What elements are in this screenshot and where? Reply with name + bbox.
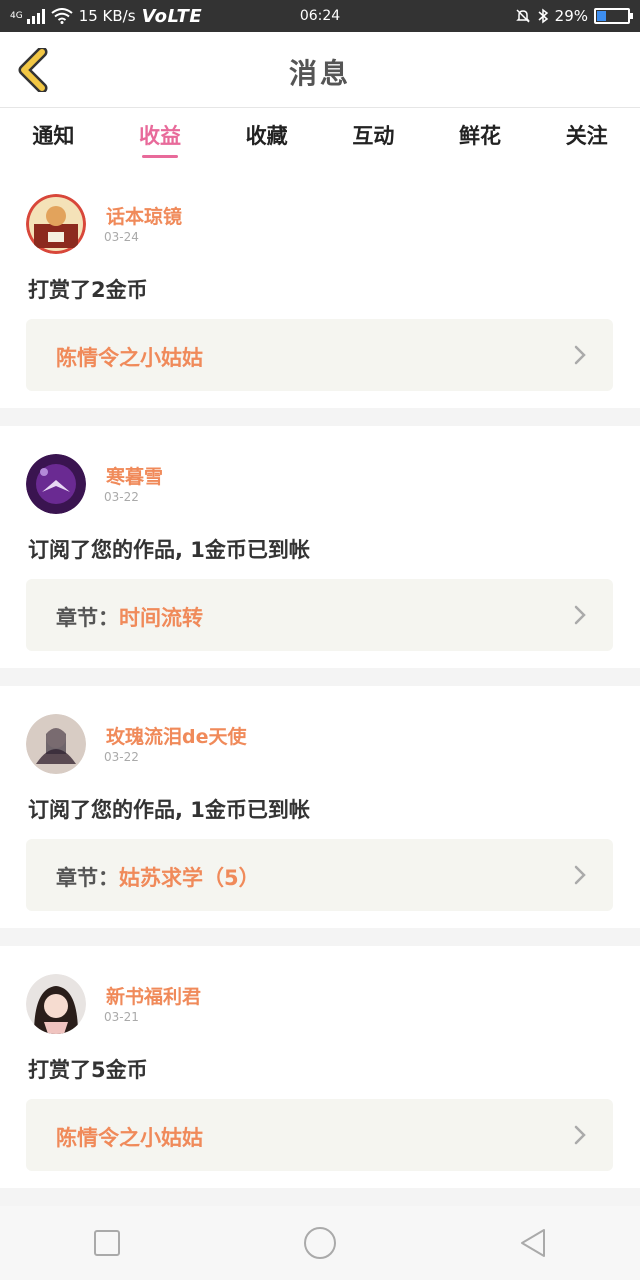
message-card: 玫瑰流泪de天使 03-22 订阅了您的作品, 1金币已到帐 章节：姑苏求学（5… [0, 686, 640, 928]
chevron-right-icon [574, 865, 586, 885]
work-link-text: 章节：姑苏求学（5） [56, 862, 260, 892]
work-link[interactable]: 章节：姑苏求学（5） [26, 839, 613, 911]
home-button[interactable] [290, 1213, 350, 1273]
work-link-text: 陈情令之小姑姑 [56, 1122, 203, 1152]
work-link[interactable]: 章节：时间流转 [26, 579, 613, 651]
tab-flowers[interactable]: 鲜花 [427, 108, 534, 166]
work-title: 陈情令之小姑姑 [56, 346, 203, 370]
battery-icon [594, 8, 633, 24]
tab-earnings[interactable]: 收益 [107, 108, 214, 166]
work-title: 姑苏求学（5） [119, 866, 260, 890]
message-date: 03-21 [104, 1010, 139, 1024]
chevron-right-icon [574, 345, 586, 365]
status-left: 4G 15 KB/s VoLTE [10, 6, 260, 27]
work-prefix: 章节： [56, 866, 119, 890]
avatar[interactable] [26, 194, 86, 254]
avatar-image [26, 974, 86, 1034]
page-title: 消息 [288, 57, 351, 90]
message-text: 打赏了2金币 [28, 278, 148, 302]
bluetooth-icon [538, 8, 548, 24]
network-type: 4G [10, 11, 23, 21]
message-date: 03-22 [104, 490, 139, 504]
message-feed: 话本琼镜 03-24 打赏了2金币 陈情令之小姑姑 寒暮雪 03-22 订阅了您… [0, 166, 640, 1206]
message-card: 新书福利君 03-21 打赏了5金币 陈情令之小姑姑 [0, 946, 640, 1188]
battery-percent: 29% [554, 7, 588, 25]
message-card: 话本琼镜 03-24 打赏了2金币 陈情令之小姑姑 [0, 166, 640, 408]
circle-icon [303, 1227, 336, 1259]
recent-apps-button[interactable] [77, 1213, 137, 1273]
tab-favorites[interactable]: 收藏 [213, 108, 320, 166]
work-link-text: 陈情令之小姑姑 [56, 342, 203, 372]
message-card: 寒暮雪 03-22 订阅了您的作品, 1金币已到帐 章节：时间流转 [0, 426, 640, 668]
status-bar: 4G 15 KB/s VoLTE 06:24 29% [0, 0, 640, 32]
username[interactable]: 话本琼镜 [106, 202, 182, 229]
clock: 06:24 [299, 8, 341, 24]
work-title: 时间流转 [119, 606, 203, 630]
work-link[interactable]: 陈情令之小姑姑 [26, 319, 613, 391]
battery-level [597, 11, 607, 21]
network-speed: 15 KB/s [78, 7, 136, 25]
avatar[interactable] [26, 974, 86, 1034]
triangle-back-icon [521, 1229, 546, 1257]
signal-icon [26, 8, 45, 24]
system-nav-bar [0, 1206, 640, 1280]
avatar[interactable] [26, 454, 86, 514]
tab-interactions[interactable]: 互动 [320, 108, 427, 166]
message-date: 03-22 [104, 750, 139, 764]
tab-following[interactable]: 关注 [533, 108, 640, 166]
message-text: 订阅了您的作品, 1金币已到帐 [28, 538, 310, 562]
tab-notifications[interactable]: 通知 [0, 108, 107, 166]
username[interactable]: 寒暮雪 [106, 462, 163, 489]
system-back-button[interactable] [503, 1213, 563, 1273]
chevron-right-icon [574, 1125, 586, 1145]
status-right: 29% [380, 7, 633, 25]
avatar-image [26, 714, 86, 774]
username[interactable]: 新书福利君 [106, 982, 201, 1009]
avatar-image [26, 194, 86, 254]
volte-label: VoLTE [141, 5, 203, 27]
message-text: 打赏了5金币 [28, 1058, 148, 1082]
message-text: 订阅了您的作品, 1金币已到帐 [28, 798, 310, 822]
avatar[interactable] [26, 714, 86, 774]
work-prefix: 章节： [56, 606, 119, 630]
work-link[interactable]: 陈情令之小姑姑 [26, 1099, 613, 1171]
work-link-text: 章节：时间流转 [56, 602, 203, 632]
app-header: 消息 [0, 32, 640, 108]
chevron-right-icon [574, 605, 586, 625]
wifi-icon [51, 8, 73, 24]
bell-muted-icon [515, 9, 530, 23]
tab-bar: 通知 收益 收藏 互动 鲜花 关注 [0, 108, 640, 166]
square-icon [93, 1230, 120, 1256]
username[interactable]: 玫瑰流泪de天使 [106, 722, 247, 749]
message-date: 03-24 [104, 230, 139, 244]
avatar-image [26, 454, 86, 514]
work-title: 陈情令之小姑姑 [56, 1126, 203, 1150]
